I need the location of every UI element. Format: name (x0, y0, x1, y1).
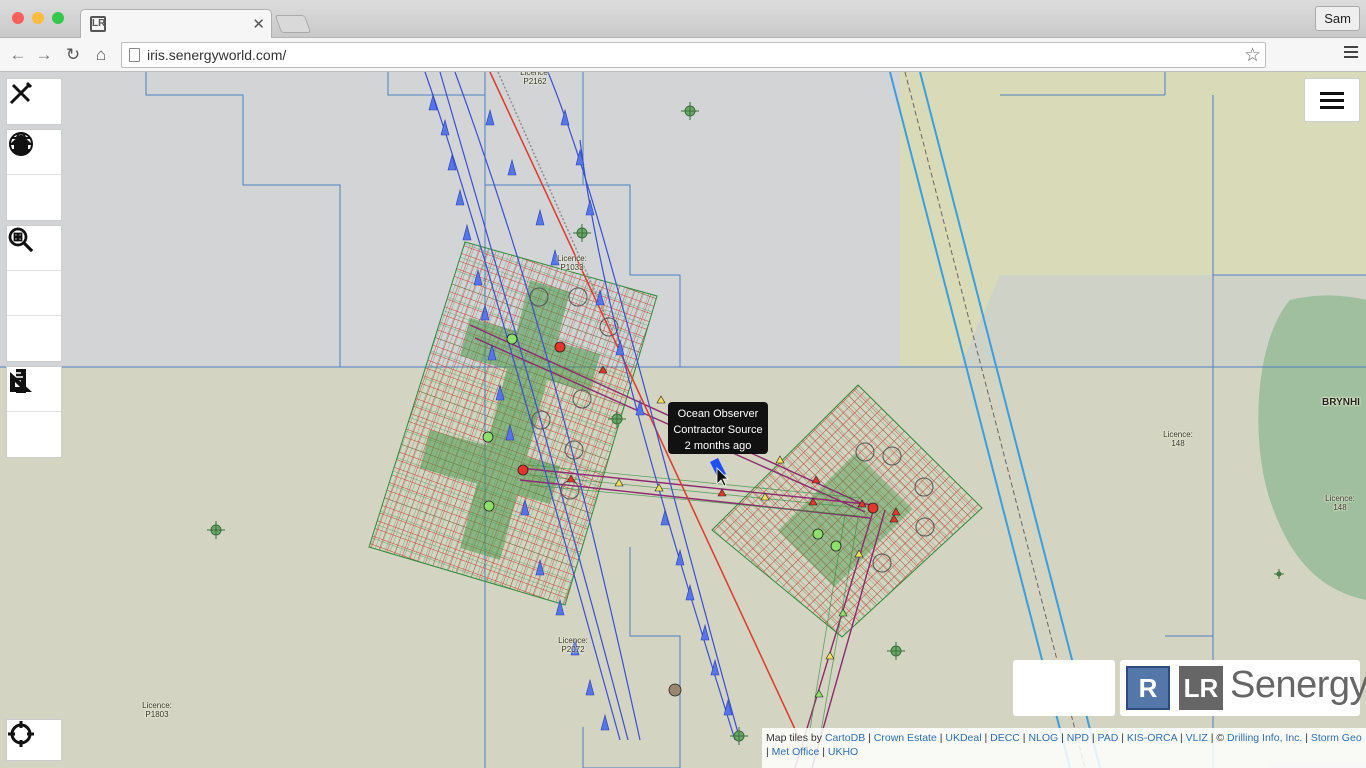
attribution-link[interactable]: KIS-ORCA (1127, 732, 1177, 744)
attribution-link[interactable]: UKHO (828, 746, 858, 758)
logo-text: Senergy (1230, 664, 1366, 706)
licence-label: Licence: 148 (1325, 494, 1355, 512)
attribution-link[interactable]: NPD (1067, 732, 1089, 744)
attribution-link[interactable]: NLOG (1028, 732, 1058, 744)
zoom-extent-button[interactable] (7, 227, 61, 361)
licence-label: Licence: P1803 (142, 701, 172, 719)
attribution-link[interactable]: VLIZ (1186, 732, 1208, 744)
draw-tools-button[interactable] (7, 79, 61, 124)
blank-panel (1013, 660, 1115, 716)
window-titlebar: LR ✕ Sam (0, 0, 1366, 38)
licence-label: Licence: 148 (1163, 430, 1193, 448)
close-tab-icon[interactable]: ✕ (252, 15, 265, 33)
attribution-link[interactable]: CartoDB (825, 732, 865, 744)
bookmark-star-icon[interactable]: ☆ (1244, 44, 1261, 67)
zoom-extent-icon (8, 227, 34, 253)
attribution-link[interactable]: PAD (1098, 732, 1119, 744)
attribution-link[interactable]: UKDeal (945, 732, 981, 744)
minimize-window-button[interactable] (32, 12, 44, 24)
forward-icon[interactable]: → (33, 44, 55, 66)
user-profile-button[interactable]: Sam (1315, 6, 1360, 31)
licence-label: Licence: P2072 (558, 636, 588, 654)
tooltip-vessel-name: Ocean Observer (677, 408, 759, 420)
attribution-prefix: Map tiles by (766, 732, 823, 744)
zoom-controls (6, 225, 62, 362)
logo-mark-grey: LR (1179, 666, 1223, 710)
zoom-out-button[interactable] (7, 227, 61, 316)
home-icon (10, 134, 32, 154)
attribution-link[interactable]: Storm Geo (1311, 732, 1362, 744)
logo-mark-blue: R (1126, 666, 1170, 710)
attribution-copyright: © (1216, 732, 1228, 744)
field-label: BRYNHI (1322, 397, 1360, 408)
set-square-icon (10, 372, 32, 392)
reload-icon[interactable]: ↻ (62, 44, 84, 66)
draw-tools-control (6, 78, 62, 125)
attribution-link[interactable]: DECC (990, 732, 1020, 744)
vessel-tooltip: Ocean Observer Contractor Source 2 month… (668, 402, 768, 454)
browser-menu-icon[interactable] (1344, 46, 1358, 61)
senergy-logo: R LR Senergy (1120, 660, 1366, 716)
licence-label: Licence: P1033 (557, 254, 587, 272)
tab-favicon: LR (90, 16, 106, 32)
new-tab-button[interactable] (274, 15, 312, 33)
measure-controls (6, 366, 62, 458)
address-bar[interactable]: iris.senergyworld.com/ ☆ (121, 42, 1266, 68)
view-controls (6, 129, 62, 221)
home-button[interactable] (7, 134, 61, 220)
layers-menu-button[interactable] (1304, 78, 1360, 122)
close-window-button[interactable] (12, 12, 24, 24)
back-icon[interactable]: ← (7, 44, 29, 66)
attribution-link[interactable]: Drilling Info, Inc. (1227, 732, 1302, 744)
tooltip-age: 2 months ago (684, 440, 752, 452)
browser-tab[interactable]: LR ✕ (80, 9, 272, 38)
home-page-icon[interactable]: ⌂ (90, 44, 112, 66)
crosshair-icon (8, 721, 34, 747)
licence-label: Licence: P2162 (520, 72, 550, 86)
map-attribution: Map tiles by CartoDB | Crown Estate | UK… (762, 728, 1366, 768)
draw-tools-icon (9, 81, 33, 105)
set-square-button[interactable] (7, 372, 61, 457)
page-icon (129, 48, 140, 62)
tooltip-source: Contractor Source (673, 424, 763, 436)
map-canvas[interactable]: Licence: P2162 Licence: P1033 Licence: P… (0, 72, 1366, 768)
url-text: iris.senergyworld.com/ (147, 47, 287, 63)
locate-button[interactable] (6, 719, 62, 761)
browser-toolbar: ← → ↻ ⌂ iris.senergyworld.com/ ☆ (0, 38, 1366, 72)
maximize-window-button[interactable] (52, 12, 64, 24)
attribution-link[interactable]: Crown Estate (874, 732, 937, 744)
attribution-link[interactable]: Met Office (772, 746, 820, 758)
